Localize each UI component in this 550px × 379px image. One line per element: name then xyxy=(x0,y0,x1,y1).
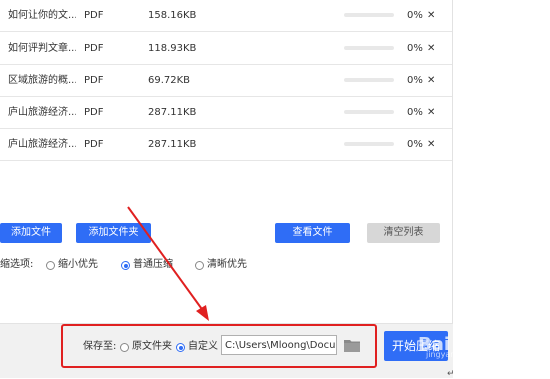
file-name: 庐山旅游经济... xyxy=(8,107,76,118)
option-custom-folder[interactable]: 自定义 xyxy=(188,340,218,354)
compress-label: 缩选项: xyxy=(0,259,34,270)
file-size: 287.11KB xyxy=(148,139,197,150)
file-type: PDF xyxy=(84,75,104,86)
save-path-input[interactable]: C:\Users\Mloong\Docume xyxy=(221,335,337,355)
table-row[interactable]: 如何让你的文... PDF 158.16KB 0% ✕ xyxy=(0,0,452,32)
file-name: 区域旅游的概... xyxy=(8,75,76,86)
add-file-button[interactable]: 添加文件 xyxy=(0,223,62,243)
file-name: 庐山旅游经济... xyxy=(8,139,76,150)
radio-original-folder[interactable] xyxy=(120,343,129,352)
radio-clear-first[interactable] xyxy=(195,261,204,270)
delete-icon[interactable]: ✕ xyxy=(427,129,435,160)
file-type: PDF xyxy=(84,139,104,150)
option-clear-first[interactable]: 清晰优先 xyxy=(207,257,247,273)
file-type: PDF xyxy=(84,10,104,21)
progress-bar xyxy=(344,13,394,17)
file-type: PDF xyxy=(84,43,104,54)
right-area xyxy=(453,0,550,377)
delete-icon[interactable]: ✕ xyxy=(427,0,435,31)
file-size: 158.16KB xyxy=(148,10,197,21)
file-name: 如何让你的文... xyxy=(8,10,76,21)
file-type: PDF xyxy=(84,107,104,118)
table-row[interactable]: 庐山旅游经济... PDF 287.11KB 0% ✕ xyxy=(0,129,452,161)
option-normal-compress[interactable]: 普通压缩 xyxy=(133,257,173,273)
progress-percent: 0% xyxy=(407,43,423,54)
add-folder-button[interactable]: 添加文件夹 xyxy=(76,223,151,243)
delete-icon[interactable]: ✕ xyxy=(427,65,435,96)
file-size: 69.72KB xyxy=(148,75,191,86)
table-row[interactable]: 如何评判文章... PDF 118.93KB 0% ✕ xyxy=(0,33,452,65)
progress-percent: 0% xyxy=(407,10,423,21)
radio-normal-compress[interactable] xyxy=(121,261,130,270)
table-row[interactable]: 庐山旅游经济... PDF 287.11KB 0% ✕ xyxy=(0,97,452,129)
clear-list-button[interactable]: 清空列表 xyxy=(367,223,440,243)
folder-icon[interactable] xyxy=(344,338,360,352)
watermark-url: jingyan.baidu.com xyxy=(426,350,500,359)
save-to-label: 保存至: xyxy=(83,341,117,352)
progress-bar xyxy=(344,110,394,114)
delete-icon[interactable]: ✕ xyxy=(427,97,435,128)
option-original-folder[interactable]: 原文件夹 xyxy=(132,340,172,354)
delete-icon[interactable]: ✕ xyxy=(427,33,435,64)
progress-bar xyxy=(344,78,394,82)
progress-bar xyxy=(344,46,394,50)
file-list: 如何让你的文... PDF 158.16KB 0% ✕ 如何评判文章... PD… xyxy=(0,0,452,162)
compress-options: 缩选项: 缩小优先 普通压缩 清晰优先 xyxy=(0,257,260,273)
progress-percent: 0% xyxy=(407,107,423,118)
option-small-first[interactable]: 缩小优先 xyxy=(58,257,98,273)
file-size: 118.93KB xyxy=(148,43,197,54)
progress-bar xyxy=(344,142,394,146)
view-file-button[interactable]: 查看文件 xyxy=(275,223,350,243)
main-panel: 如何让你的文... PDF 158.16KB 0% ✕ 如何评判文章... PD… xyxy=(0,0,453,377)
progress-percent: 0% xyxy=(407,75,423,86)
enter-symbol: ↵ xyxy=(447,369,455,379)
table-row[interactable]: 区域旅游的概... PDF 69.72KB 0% ✕ xyxy=(0,65,452,97)
file-size: 287.11KB xyxy=(148,107,197,118)
radio-small-first[interactable] xyxy=(46,261,55,270)
radio-custom-folder[interactable] xyxy=(176,343,185,352)
progress-percent: 0% xyxy=(407,139,423,150)
file-name: 如何评判文章... xyxy=(8,43,76,54)
